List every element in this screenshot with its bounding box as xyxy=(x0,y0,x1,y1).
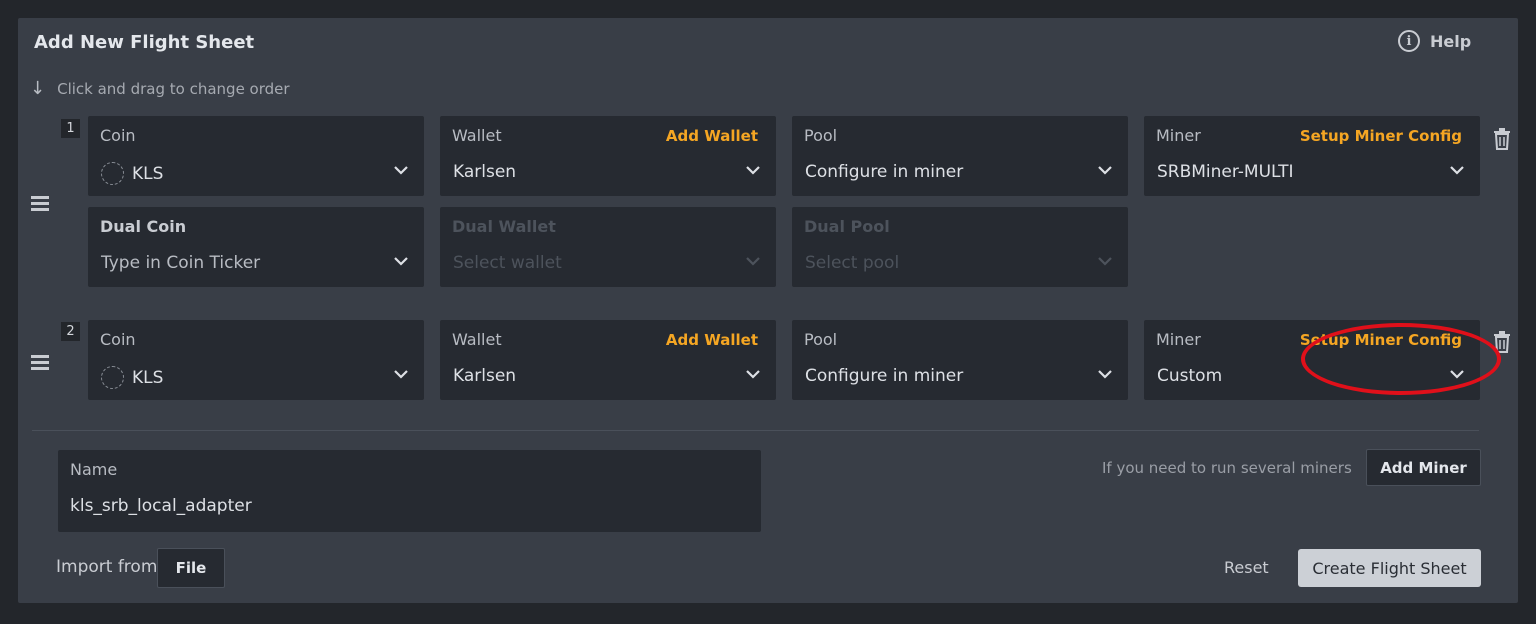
name-value[interactable]: kls_srb_local_adapter xyxy=(70,496,252,516)
chevron-down-icon xyxy=(394,370,408,379)
miner-label: Miner xyxy=(1156,330,1201,349)
pool-select[interactable]: Pool Configure in miner xyxy=(792,320,1128,400)
import-label: Import from xyxy=(56,557,158,577)
reset-button[interactable]: Reset xyxy=(1224,558,1269,577)
wallet-label: Wallet xyxy=(452,126,502,145)
page-title: Add New Flight Sheet xyxy=(34,32,255,53)
highlight-annotation xyxy=(1301,323,1501,395)
coin-select[interactable]: Coin KLS xyxy=(88,320,424,400)
create-flight-sheet-button[interactable]: Create Flight Sheet xyxy=(1298,549,1481,587)
chevron-down-icon xyxy=(394,166,408,175)
coin-value: KLS xyxy=(132,163,164,184)
drag-handle-icon[interactable] xyxy=(31,355,49,373)
dual-coin-placeholder: Type in Coin Ticker xyxy=(101,253,261,273)
name-label: Name xyxy=(70,460,118,479)
trash-icon[interactable] xyxy=(1492,128,1512,150)
divider xyxy=(32,430,1479,431)
pool-value: Configure in miner xyxy=(805,366,964,386)
dual-coin-select[interactable]: Dual Coin Type in Coin Ticker xyxy=(88,207,424,287)
chevron-down-icon xyxy=(394,257,408,266)
dual-pool-placeholder: Select pool xyxy=(805,253,900,273)
miner-value: Custom xyxy=(1157,366,1223,386)
wallet-label: Wallet xyxy=(452,330,502,349)
help-button[interactable]: i Help xyxy=(1398,30,1471,52)
miner-select[interactable]: Miner Setup Miner Config SRBMiner-MULTI xyxy=(1144,116,1480,196)
import-file-button[interactable]: File xyxy=(157,548,225,588)
pool-label: Pool xyxy=(804,126,838,145)
chevron-down-icon xyxy=(1450,166,1464,175)
chevron-down-icon xyxy=(1098,166,1112,175)
chevron-down-icon xyxy=(746,257,760,266)
coin-value: KLS xyxy=(132,367,164,388)
wallet-value: Karlsen xyxy=(453,366,517,386)
miner-value: SRBMiner-MULTI xyxy=(1157,162,1294,182)
drag-hint: ↓ Click and drag to change order xyxy=(30,78,290,99)
help-label: Help xyxy=(1430,31,1472,51)
chevron-down-icon xyxy=(746,166,760,175)
flight-sheet-panel: Add New Flight Sheet i Help ↓ Click and … xyxy=(18,18,1518,603)
row-index: 1 xyxy=(61,119,80,138)
wallet-value: Karlsen xyxy=(453,162,517,182)
drag-hint-text: Click and drag to change order xyxy=(57,79,290,98)
dual-coin-label: Dual Coin xyxy=(100,217,187,236)
coin-icon xyxy=(101,162,124,185)
dual-pool-label: Dual Pool xyxy=(804,217,890,236)
dual-wallet-placeholder: Select wallet xyxy=(453,253,562,273)
coin-label: Coin xyxy=(100,330,136,349)
wallet-select[interactable]: Wallet Add Wallet Karlsen xyxy=(440,116,776,196)
drag-handle-icon[interactable] xyxy=(31,196,49,214)
coin-icon xyxy=(101,366,124,389)
dual-wallet-label: Dual Wallet xyxy=(452,217,556,236)
pool-select[interactable]: Pool Configure in miner xyxy=(792,116,1128,196)
pool-label: Pool xyxy=(804,330,838,349)
row-index: 2 xyxy=(61,322,80,341)
name-field[interactable]: Name kls_srb_local_adapter xyxy=(58,450,761,532)
coin-label: Coin xyxy=(100,126,136,145)
several-miners-hint: If you need to run several miners xyxy=(1102,459,1352,477)
dual-pool-select: Dual Pool Select pool xyxy=(792,207,1128,287)
add-miner-button[interactable]: Add Miner xyxy=(1366,449,1481,486)
coin-select[interactable]: Coin KLS xyxy=(88,116,424,196)
wallet-select[interactable]: Wallet Add Wallet Karlsen xyxy=(440,320,776,400)
arrow-down-icon: ↓ xyxy=(30,78,46,99)
dual-wallet-select: Dual Wallet Select wallet xyxy=(440,207,776,287)
miner-label: Miner xyxy=(1156,126,1201,145)
add-wallet-link[interactable]: Add Wallet xyxy=(666,331,758,349)
info-icon: i xyxy=(1398,30,1420,52)
chevron-down-icon xyxy=(746,370,760,379)
pool-value: Configure in miner xyxy=(805,162,964,182)
setup-miner-config-link[interactable]: Setup Miner Config xyxy=(1300,127,1462,145)
add-wallet-link[interactable]: Add Wallet xyxy=(666,127,758,145)
chevron-down-icon xyxy=(1098,370,1112,379)
chevron-down-icon xyxy=(1098,257,1112,266)
